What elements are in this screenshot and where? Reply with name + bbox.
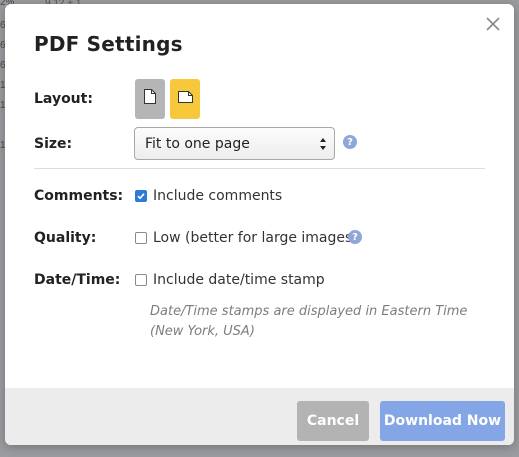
download-now-button[interactable]: Download Now (380, 401, 505, 441)
dialog-title: PDF Settings (34, 32, 183, 56)
comments-label: Comments: (34, 188, 124, 204)
dialog-footer: Cancel Download Now (5, 388, 514, 445)
pdf-settings-dialog: PDF Settings Layout: Size: Fit to one pa… (5, 4, 514, 445)
comments-option[interactable]: Include comments (135, 188, 282, 204)
quality-checkbox[interactable] (135, 232, 147, 244)
comments-checkbox-label: Include comments (153, 188, 283, 204)
size-select-value: Fit to one page (145, 135, 250, 152)
datetime-option[interactable]: Include date/time stamp (135, 272, 325, 288)
layout-landscape-button[interactable] (170, 79, 200, 119)
portrait-page-icon (144, 89, 156, 109)
datetime-label: Date/Time: (34, 272, 121, 288)
comments-checkbox[interactable] (135, 190, 147, 202)
checkmark-icon (137, 193, 145, 200)
divider (34, 168, 485, 169)
quality-checkbox-label: Low (better for large images) (153, 230, 358, 246)
layout-label: Layout: (34, 91, 93, 107)
size-label: Size: (34, 136, 73, 152)
timezone-note: Date/Time stamps are displayed in Easter… (150, 304, 468, 339)
size-help-icon[interactable]: ? (343, 135, 357, 149)
quality-option[interactable]: Low (better for large images) (135, 230, 358, 246)
size-select[interactable]: Fit to one page (134, 127, 335, 160)
datetime-checkbox-label: Include date/time stamp (153, 272, 325, 288)
layout-portrait-button[interactable] (135, 79, 165, 119)
quality-label: Quality: (34, 230, 97, 246)
landscape-page-icon (177, 90, 193, 108)
select-arrows-icon (319, 136, 327, 152)
close-icon[interactable] (483, 14, 503, 34)
datetime-checkbox[interactable] (135, 274, 147, 286)
cancel-button[interactable]: Cancel (297, 401, 369, 441)
quality-help-icon[interactable]: ? (348, 230, 362, 244)
